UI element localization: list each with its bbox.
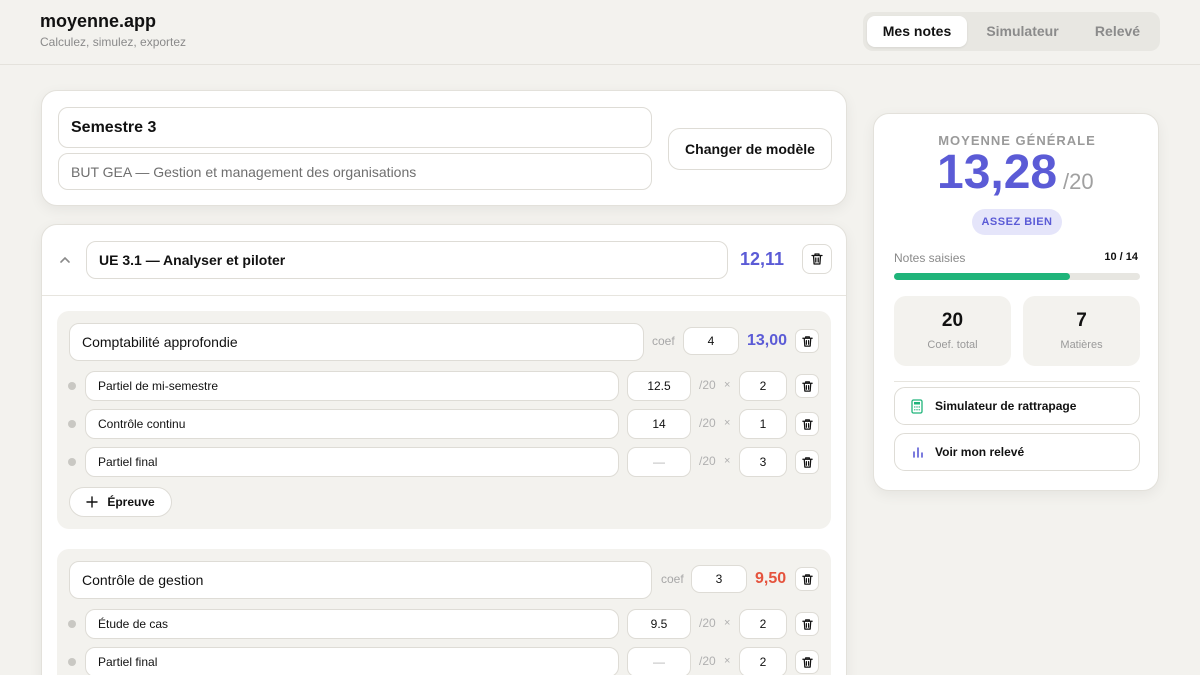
program-input[interactable]: BUT GEA — Gestion et management des orga… [58,153,652,190]
over-20-label: /20 [699,378,716,392]
tab-releve[interactable]: Relevé [1079,16,1156,47]
progress-done: 10 [1104,251,1117,263]
tab-mes-notes[interactable]: Mes notes [867,16,967,47]
weight-input[interactable]: 2 [739,647,787,675]
weight-input[interactable]: 2 [739,609,787,639]
overall-average-over: /20 [1063,169,1094,194]
status-dot [68,382,76,390]
overall-average: 13,28 [937,146,1058,199]
coef-total-stat: 20 Coef. total [894,296,1011,366]
weight-input[interactable]: 2 [739,371,787,401]
app-tagline: Calculez, simulez, exportez [40,35,187,49]
coef-total-value: 20 [941,310,964,331]
coef-label: coef [652,334,675,348]
add-exam-button[interactable]: Épreuve [69,487,172,517]
exam-name-input[interactable]: Contrôle continu [85,409,619,439]
coef-input[interactable]: 4 [683,327,739,355]
plus-icon [86,496,99,508]
trash-icon [801,656,813,668]
progress-bar [894,273,1140,280]
exam-name-input[interactable]: Partiel final [85,647,619,675]
delete-exam-button[interactable] [795,612,819,636]
exam-name-input[interactable]: Partiel de mi-semestre [85,371,619,401]
grade-input[interactable]: — [627,447,691,477]
progress-separator: / [1116,251,1126,263]
times-label: × [724,655,731,667]
delete-exam-button[interactable] [795,374,819,398]
subject-block: Comptabilité approfondie coef 4 13,00 Pa… [57,311,831,529]
coef-input[interactable]: 3 [691,565,747,593]
retake-simulator-label: Simulateur de rattrapage [935,399,1077,413]
subjects-count-stat: 7 Matières [1023,296,1140,366]
main-nav: Mes notes Simulateur Relevé [863,12,1160,51]
bar-chart-icon [913,447,923,458]
subject-name-input[interactable]: Contrôle de gestion [69,561,652,599]
grade-input[interactable]: 14 [627,409,691,439]
subjects-count-value: 7 [1076,310,1087,331]
status-dot [68,458,76,466]
grade-input[interactable]: 9.5 [627,609,691,639]
view-transcript-button[interactable]: Voir mon relevé [894,433,1140,471]
status-dot [68,620,76,628]
add-exam-label: Épreuve [107,495,155,509]
delete-ue-button[interactable] [802,244,832,274]
exam-name-input[interactable]: Étude de cas [85,609,619,639]
trash-icon [801,418,813,430]
over-20-label: /20 [699,416,716,430]
subject-average: 9,50 [755,570,787,587]
weight-input[interactable]: 1 [739,409,787,439]
times-label: × [724,455,731,467]
grade-input[interactable]: — [627,647,691,675]
exam-name-input[interactable]: Partiel final [85,447,619,477]
progress-total: 14 [1125,251,1138,263]
subject-average: 13,00 [747,332,788,349]
trash-icon [801,380,813,392]
over-20-label: /20 [699,616,716,630]
times-label: × [724,379,731,391]
calculator-icon [911,399,923,414]
mention-badge: ASSEZ BIEN [972,209,1062,235]
app-header: moyenne.app Calculez, simulez, exportez … [0,0,1200,65]
ue-title-input[interactable]: UE 3.1 — Analyser et piloter [86,241,728,279]
trash-icon [801,456,813,468]
divider [42,295,846,296]
subjects-count-label: Matières [1060,339,1103,351]
summary-card: MOYENNE GÉNÉRALE 13,28 /20 ASSEZ BIEN No… [873,113,1159,491]
subject-block: Contrôle de gestion coef 3 9,50 Étude de… [57,549,831,675]
tab-simulateur[interactable]: Simulateur [971,16,1074,47]
divider [894,381,1140,382]
ue-average: 12,11 [740,249,785,269]
progress-count: 10 / 14 [1104,251,1138,263]
chevron-up-icon[interactable] [58,253,72,267]
trash-icon [811,253,823,265]
change-template-button[interactable]: Changer de modèle [668,128,832,170]
over-20-label: /20 [699,454,716,468]
app-name[interactable]: moyenne.app [40,11,156,32]
delete-subject-button[interactable] [795,329,819,353]
view-transcript-label: Voir mon relevé [935,445,1025,459]
coef-label: coef [661,572,684,586]
status-dot [68,658,76,666]
weight-input[interactable]: 3 [739,447,787,477]
times-label: × [724,417,731,429]
trash-icon [801,335,813,347]
trash-icon [801,573,813,585]
delete-exam-button[interactable] [795,412,819,436]
delete-exam-button[interactable] [795,450,819,474]
times-label: × [724,617,731,629]
delete-exam-button[interactable] [795,650,819,674]
semester-title-input[interactable]: Semestre 3 [58,107,652,148]
grade-input[interactable]: 12.5 [627,371,691,401]
retake-simulator-button[interactable]: Simulateur de rattrapage [894,387,1140,425]
coef-total-label: Coef. total [927,339,978,351]
over-20-label: /20 [699,654,716,668]
status-dot [68,420,76,428]
delete-subject-button[interactable] [795,567,819,591]
trash-icon [801,618,813,630]
subject-name-input[interactable]: Comptabilité approfondie [69,323,644,361]
progress-label: Notes saisies [894,251,966,265]
semester-card: Semestre 3 BUT GEA — Gestion et manageme… [41,90,847,206]
progress-fill [894,273,1070,280]
